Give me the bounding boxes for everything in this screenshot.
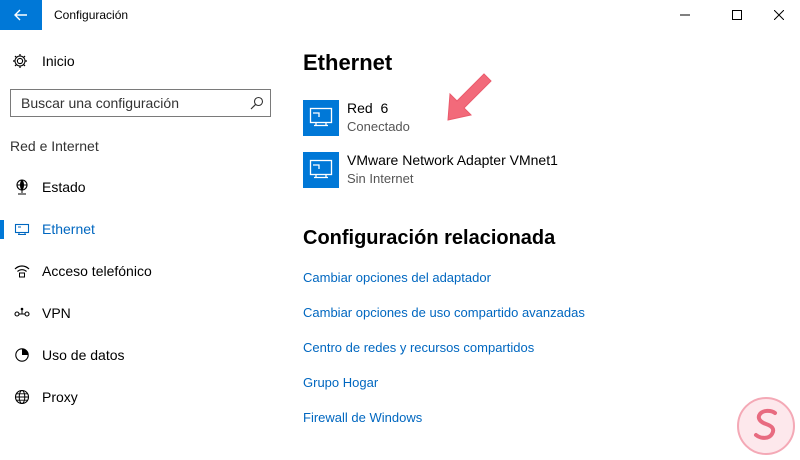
link-firewall[interactable]: Firewall de Windows bbox=[303, 410, 422, 425]
dial-up-icon bbox=[14, 263, 30, 279]
adapter-item[interactable]: VMware Network Adapter VMnet1 Sin Intern… bbox=[303, 152, 753, 192]
window-title: Configuración bbox=[54, 8, 129, 22]
section-label: Red e Internet bbox=[10, 138, 99, 154]
ethernet-icon bbox=[14, 221, 30, 237]
link-advanced-sharing[interactable]: Cambiar opciones de uso compartido avanz… bbox=[303, 305, 585, 320]
adapter-status: Conectado bbox=[347, 119, 410, 134]
link-adapter-options[interactable]: Cambiar opciones del adaptador bbox=[303, 270, 491, 285]
adapter-name: Red 6 bbox=[347, 100, 389, 116]
link-homegroup[interactable]: Grupo Hogar bbox=[303, 375, 378, 390]
sidebar-item-home[interactable]: Inicio bbox=[12, 50, 75, 72]
sidebar-item-label: Proxy bbox=[42, 389, 78, 405]
sidebar: Inicio Red e Internet Estado Ethernet Ac… bbox=[0, 30, 288, 460]
close-icon bbox=[774, 10, 784, 20]
search-icon[interactable] bbox=[250, 96, 264, 110]
sidebar-item-acceso-telefonico[interactable]: Acceso telefónico bbox=[0, 251, 288, 291]
link-network-center[interactable]: Centro de redes y recursos compartidos bbox=[303, 340, 534, 355]
main-content: Ethernet Red 6 Conectado VMware Network … bbox=[288, 30, 800, 460]
sidebar-item-label: Uso de datos bbox=[42, 347, 125, 363]
minimize-icon bbox=[680, 14, 690, 16]
sidebar-item-estado[interactable]: Estado bbox=[0, 167, 288, 207]
adapter-name: VMware Network Adapter VMnet1 bbox=[347, 152, 558, 168]
globe-icon bbox=[14, 389, 30, 405]
sidebar-item-label: Estado bbox=[42, 179, 86, 195]
sidebar-item-label: Ethernet bbox=[42, 221, 95, 237]
annotation-arrow-icon bbox=[447, 73, 492, 121]
back-button[interactable] bbox=[0, 0, 42, 30]
page-title: Ethernet bbox=[303, 50, 393, 75]
maximize-icon bbox=[732, 10, 742, 20]
monitor-network-icon bbox=[303, 152, 339, 188]
monitor-network-icon bbox=[303, 100, 339, 136]
sidebar-item-vpn[interactable]: VPN bbox=[0, 293, 288, 333]
sidebar-item-proxy[interactable]: Proxy bbox=[0, 377, 288, 417]
related-settings-title: Configuración relacionada bbox=[303, 227, 556, 249]
data-usage-icon bbox=[14, 347, 30, 363]
title-bar: Configuración bbox=[0, 0, 800, 30]
selection-indicator bbox=[0, 220, 4, 239]
sidebar-item-uso-de-datos[interactable]: Uso de datos bbox=[0, 335, 288, 375]
maximize-button[interactable] bbox=[714, 0, 760, 30]
close-button[interactable] bbox=[756, 0, 800, 30]
search-input[interactable] bbox=[11, 90, 247, 116]
watermark-logo bbox=[737, 397, 795, 455]
arrow-left-icon bbox=[14, 9, 27, 21]
sidebar-item-label: Inicio bbox=[42, 53, 75, 69]
gear-icon bbox=[13, 54, 27, 68]
sidebar-item-label: Acceso telefónico bbox=[42, 263, 152, 279]
adapter-item[interactable]: Red 6 Conectado bbox=[303, 100, 753, 140]
sidebar-item-label: VPN bbox=[42, 305, 71, 321]
minimize-button[interactable] bbox=[662, 0, 708, 30]
search-box[interactable] bbox=[10, 89, 271, 117]
vpn-icon bbox=[14, 305, 30, 321]
sidebar-item-ethernet[interactable]: Ethernet bbox=[0, 209, 288, 249]
adapter-status: Sin Internet bbox=[347, 171, 414, 186]
globe-network-icon bbox=[14, 179, 30, 195]
